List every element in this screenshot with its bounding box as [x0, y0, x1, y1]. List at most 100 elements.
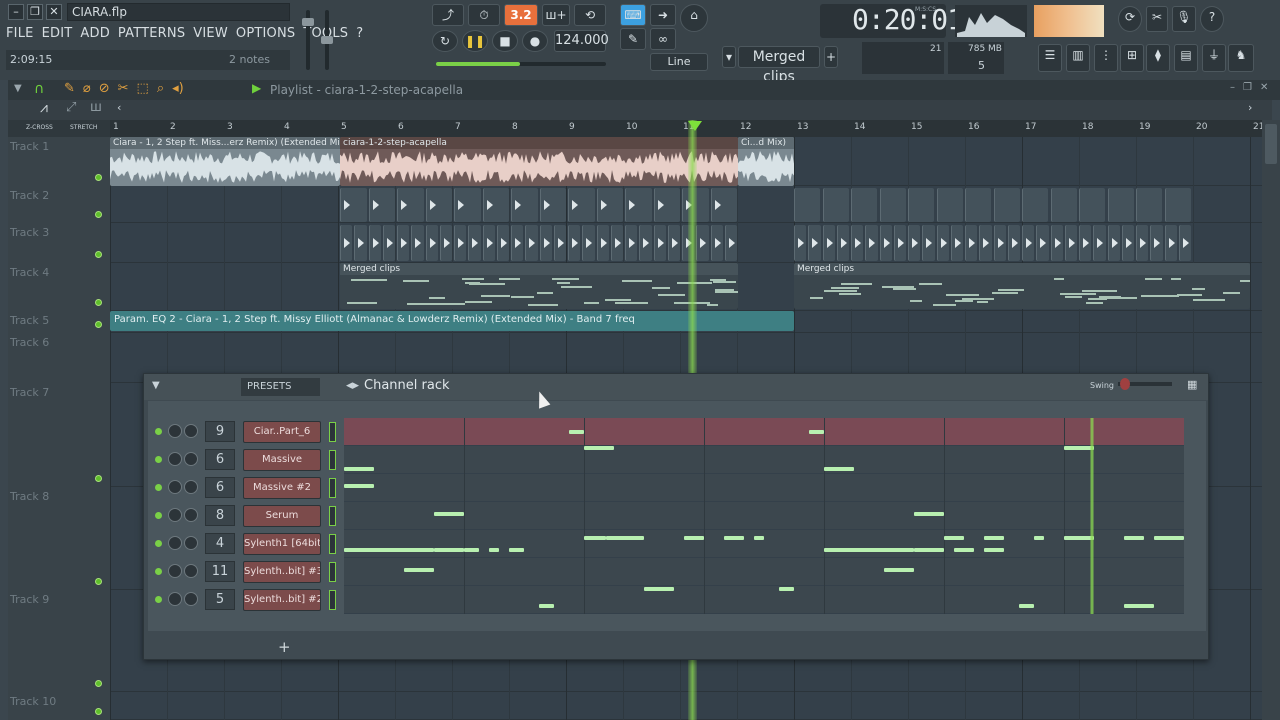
- wait-record-icon[interactable]: ⏱: [468, 4, 500, 26]
- audio-clip-ciara-end[interactable]: Ci...d Mix): [738, 137, 794, 186]
- drum-hit-clip[interactable]: [965, 225, 978, 261]
- drum-hit-clip[interactable]: [922, 225, 935, 261]
- drum-hit-clip[interactable]: [1079, 188, 1105, 222]
- drum-hit-clip[interactable]: [993, 188, 1020, 222]
- playlist-overview-bar[interactable]: [8, 100, 1272, 120]
- current-pattern-select[interactable]: Merged clips: [738, 46, 820, 85]
- add-pattern-button[interactable]: +: [824, 46, 838, 68]
- channel-select-indicator[interactable]: [329, 422, 336, 442]
- channel-led[interactable]: [155, 428, 162, 435]
- channel-name-button[interactable]: Massive #2: [243, 477, 321, 499]
- pattern-grid-icon[interactable]: ш: [90, 100, 102, 115]
- drum-hit-clip[interactable]: [908, 188, 934, 222]
- pan-knob[interactable]: [184, 424, 198, 438]
- drum-hit-clip[interactable]: [950, 225, 963, 261]
- drum-hit-clip[interactable]: [879, 188, 906, 222]
- playlist-menu-arrow-icon[interactable]: ▼: [14, 83, 22, 94]
- playlist-minimize-button[interactable]: –: [1230, 82, 1235, 93]
- waveform-icon[interactable]: ⩘: [40, 100, 48, 116]
- track-mute-led[interactable]: [95, 211, 102, 218]
- drum-hit-clip[interactable]: [568, 188, 595, 222]
- menu-view[interactable]: VIEW: [193, 26, 228, 44]
- drum-hit-clip[interactable]: [724, 225, 737, 261]
- channel-route-number[interactable]: 9: [205, 421, 235, 442]
- drum-hit-clip[interactable]: [1164, 188, 1191, 222]
- playlist-close-button[interactable]: ✕: [1260, 82, 1268, 93]
- pause-button[interactable]: ❚❚: [462, 30, 488, 52]
- volume-knob[interactable]: [168, 452, 182, 466]
- step-edit-icon[interactable]: ш+: [542, 4, 570, 26]
- drum-hit-clip[interactable]: [539, 188, 566, 222]
- drum-hit-clip[interactable]: [879, 225, 892, 261]
- brush-tool-icon[interactable]: ⌀: [83, 81, 91, 96]
- stamp-icon[interactable]: ⌂: [680, 4, 708, 32]
- volume-knob[interactable]: [168, 424, 182, 438]
- drum-hit-clip[interactable]: [1107, 188, 1134, 222]
- drum-hit-clip[interactable]: [511, 188, 538, 222]
- track-mute-led[interactable]: [95, 680, 102, 687]
- channel-rack-icon[interactable]: ⋮: [1094, 44, 1118, 72]
- drum-hit-clip[interactable]: [794, 188, 820, 222]
- drum-hit-clip[interactable]: [1050, 188, 1077, 222]
- play-pattern-icon[interactable]: ▶: [252, 81, 261, 95]
- drum-hit-clip[interactable]: [553, 225, 566, 261]
- track-label[interactable]: Track 3: [10, 226, 49, 239]
- select-tool-icon[interactable]: ⬚: [137, 81, 149, 96]
- drum-hit-clip[interactable]: [368, 225, 381, 261]
- channel-select-indicator[interactable]: [329, 450, 336, 470]
- pan-knob[interactable]: [184, 536, 198, 550]
- track-mute-led[interactable]: [95, 251, 102, 258]
- restore-button[interactable]: ❐: [27, 4, 43, 20]
- channel-led[interactable]: [155, 540, 162, 547]
- volume-knob[interactable]: [168, 480, 182, 494]
- fl-logo-icon[interactable]: ♞: [1228, 44, 1254, 72]
- drum-hit-clip[interactable]: [1093, 225, 1106, 261]
- volume-knob[interactable]: [168, 592, 182, 606]
- microphone-icon[interactable]: 🎙: [1172, 6, 1196, 32]
- plugin-icon[interactable]: ⏚: [1202, 44, 1226, 72]
- audio-clip-acapella[interactable]: ciara-1-2-step-acapella: [340, 137, 738, 186]
- menu-patterns[interactable]: PATTERNS: [118, 26, 185, 44]
- presets-select[interactable]: PRESETS: [241, 378, 320, 396]
- volume-knob[interactable]: [168, 508, 182, 522]
- edit-curve-icon[interactable]: ⤢: [66, 100, 76, 115]
- channel-name-button[interactable]: Ciar..Part_6: [243, 421, 321, 443]
- drum-hit-clip[interactable]: [1007, 225, 1020, 261]
- drum-hit-clip[interactable]: [822, 225, 835, 261]
- scroll-left-icon[interactable]: ‹: [117, 101, 121, 114]
- master-volume-handle[interactable]: [302, 18, 314, 26]
- menu-file[interactable]: FILE: [6, 26, 34, 44]
- minimize-button[interactable]: –: [8, 4, 24, 20]
- drum-hit-clip[interactable]: [1136, 188, 1162, 222]
- master-pitch-handle[interactable]: [321, 36, 333, 44]
- drum-hit-clip[interactable]: [639, 225, 652, 261]
- drum-hit-clip[interactable]: [865, 225, 878, 261]
- time-ruler[interactable]: 123456789101112131415161718192021: [110, 120, 1264, 137]
- project-icon[interactable]: ▤: [1174, 44, 1198, 72]
- track-label[interactable]: Track 9: [10, 593, 49, 606]
- add-channel-button[interactable]: +: [278, 638, 291, 656]
- drum-hit-clip[interactable]: [710, 188, 737, 222]
- drum-hit-clip[interactable]: [468, 225, 481, 261]
- drum-hit-clip[interactable]: [496, 225, 509, 261]
- channel-select-indicator[interactable]: [329, 478, 336, 498]
- drum-hit-clip[interactable]: [1164, 225, 1177, 261]
- track-label[interactable]: Track 6: [10, 336, 49, 349]
- track-label[interactable]: Track 5: [10, 314, 49, 327]
- drum-hit-clip[interactable]: [1178, 225, 1191, 261]
- help-icon[interactable]: ?: [1200, 6, 1224, 32]
- record-button[interactable]: ●: [522, 30, 548, 52]
- link-icon[interactable]: ∞: [650, 28, 676, 50]
- drum-hit-clip[interactable]: [1050, 225, 1063, 261]
- drum-hit-clip[interactable]: [425, 225, 438, 261]
- piano-roll-icon[interactable]: ▥: [1066, 44, 1090, 72]
- drum-hit-clip[interactable]: [454, 225, 467, 261]
- drum-hit-clip[interactable]: [936, 188, 963, 222]
- loop-record-icon[interactable]: ⟲: [574, 4, 606, 26]
- channel-route-number[interactable]: 6: [205, 477, 235, 498]
- drum-hit-clip[interactable]: [539, 225, 552, 261]
- channel-select-indicator[interactable]: [329, 562, 336, 582]
- merged-clip-1[interactable]: Merged clips: [340, 263, 738, 309]
- track-mute-led[interactable]: [95, 708, 102, 715]
- channel-name-button[interactable]: Sylenth..bit] #2: [243, 589, 321, 611]
